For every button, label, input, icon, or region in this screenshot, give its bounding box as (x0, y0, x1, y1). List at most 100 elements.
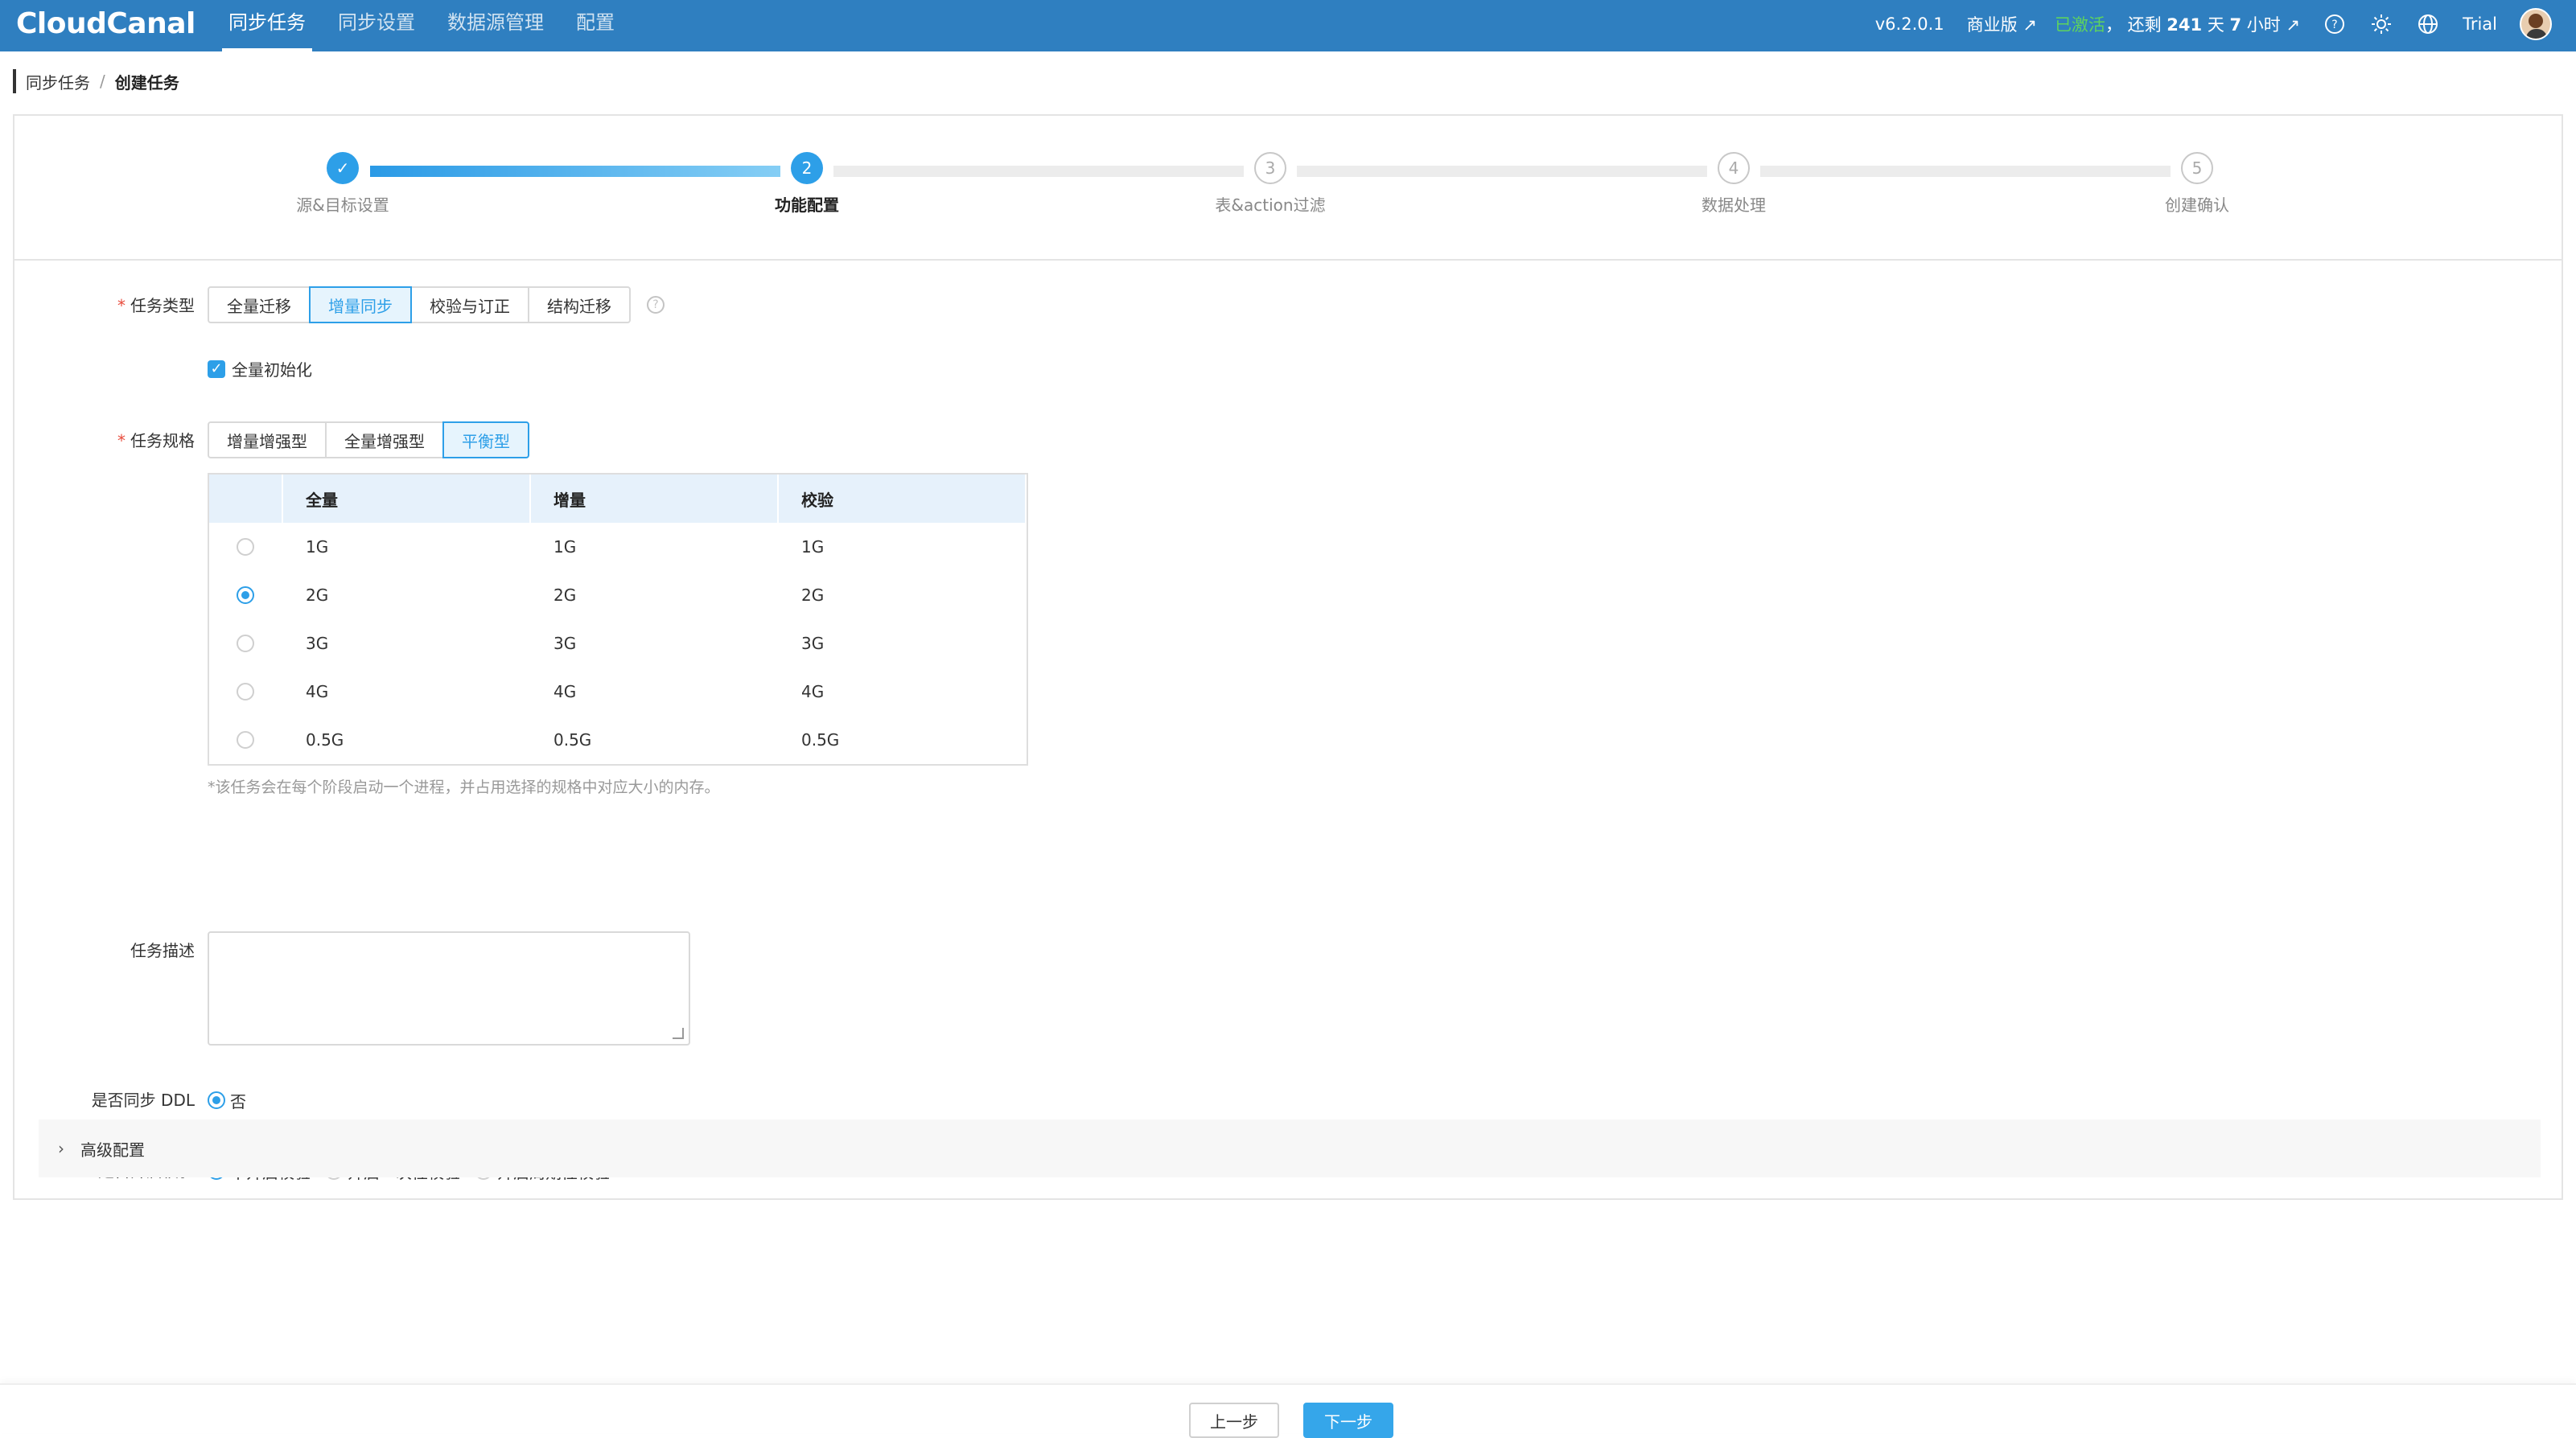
step-3: 3 表&action过滤 (1150, 152, 1391, 216)
spec-table-header: 全量 增量 校验 (209, 475, 1027, 523)
remain-mid: 天 (2202, 15, 2230, 35)
spec-full-enhanced[interactable]: 全量增强型 (325, 421, 444, 458)
breadcrumb-current: 创建任务 (114, 72, 179, 92)
nav-sync-settings[interactable]: 同步设置 (322, 0, 431, 51)
sync-ddl-options: 否 (208, 1081, 261, 1120)
spec-radio[interactable] (237, 731, 254, 749)
spec-cell-check: 3G (801, 634, 825, 653)
spec-note: *该任务会在每个阶段启动一个进程，并占用选择的规格中对应大小的内存。 (208, 779, 720, 796)
main-nav: 同步任务 同步设置 数据源管理 配置 (212, 0, 631, 51)
spec-radio[interactable] (237, 538, 254, 556)
user-avatar[interactable] (2520, 8, 2552, 40)
create-task-panel: ✓ 源&目标设置 2 功能配置 3 表&action过滤 4 数据处理 5 创建… (13, 114, 2563, 1200)
step-1: ✓ 源&目标设置 (222, 152, 463, 216)
help-icon[interactable]: ? (2323, 12, 2347, 36)
spec-header-check: 校验 (779, 475, 1027, 523)
description-textarea[interactable] (208, 931, 690, 1046)
activated-label: 已激活 (2054, 15, 2105, 35)
spec-cell-incr: 4G (531, 668, 779, 716)
description-label: 任务描述 (130, 941, 195, 960)
full-init-label: 全量初始化 (232, 360, 312, 380)
breadcrumb: 同步任务 / 创建任务 (13, 69, 179, 93)
nav-datasource-management[interactable]: 数据源管理 (431, 0, 560, 51)
step-5: 5 创建确认 (2076, 152, 2318, 216)
sync-ddl-no-radio[interactable]: 否 (208, 1089, 246, 1112)
spec-cell-check: 4G (801, 682, 825, 701)
step-2-label: 功能配置 (775, 195, 839, 215)
spec-radio[interactable] (237, 683, 254, 701)
full-init-row: ✓ 全量初始化 (208, 357, 312, 380)
spec-cell-check: 0.5G (801, 730, 840, 750)
top-navigation-bar: CloudCanal 同步任务 同步设置 数据源管理 配置 v6.2.0.1 商… (0, 0, 2576, 51)
table-row[interactable]: 0.5G 0.5G 0.5G (209, 716, 1027, 764)
svg-text:?: ? (2331, 18, 2337, 31)
remain-days: 241 (2167, 15, 2203, 35)
spec-cell-check: 1G (801, 537, 825, 557)
remain-prefix: ， 还剩 (2105, 15, 2167, 35)
step-1-check-icon: ✓ (327, 152, 359, 184)
task-spec-row: *任务规格 增量增强型 全量增强型 平衡型 全量 增量 校验 1G 1G 1G (14, 421, 1028, 797)
spec-radio-selected[interactable] (237, 586, 254, 604)
sync-ddl-row: 是否同步 DDL 否 (14, 1081, 261, 1120)
breadcrumb-parent[interactable]: 同步任务 (26, 70, 90, 93)
nav-config[interactable]: 配置 (560, 0, 631, 51)
spec-cell-incr: 3G (531, 619, 779, 668)
task-type-incremental-sync[interactable]: 增量同步 (309, 286, 412, 323)
spec-cell-incr: 2G (531, 571, 779, 619)
nav-sync-tasks[interactable]: 同步任务 (212, 0, 322, 51)
remain-suffix: 小时 ↗ (2241, 15, 2301, 35)
table-row[interactable]: 1G 1G 1G (209, 523, 1027, 571)
task-type-selector: 全量迁移 增量同步 校验与订正 结构迁移 (208, 286, 631, 323)
remain-hours: 7 (2229, 15, 2242, 35)
spec-cell-check: 2G (801, 585, 825, 605)
spec-table: 全量 增量 校验 1G 1G 1G 2G 2G 2G 3G 3G 3G 4G 4… (208, 473, 1028, 766)
task-type-label: * 任务类型 (117, 296, 195, 315)
spec-header-full: 全量 (283, 475, 531, 523)
breadcrumb-separator: / (100, 72, 105, 91)
spec-cell-full: 4G (283, 668, 531, 716)
user-name[interactable]: Trial (2463, 14, 2497, 34)
step-3-label: 表&action过滤 (1215, 195, 1326, 215)
checkbox-checked-icon: ✓ (208, 360, 225, 378)
table-row[interactable]: 2G 2G 2G (209, 571, 1027, 619)
task-type-full-migration[interactable]: 全量迁移 (208, 286, 311, 323)
step-2-number: 2 (791, 152, 823, 184)
step-4-number: 4 (1718, 152, 1750, 184)
task-type-schema-migration[interactable]: 结构迁移 (528, 286, 631, 323)
spec-header-incr: 增量 (531, 475, 779, 523)
task-spec-selector: 增量增强型 全量增强型 平衡型 (208, 421, 1028, 458)
step-1-label: 源&目标设置 (296, 195, 389, 215)
advanced-config-label: 高级配置 (80, 1140, 145, 1160)
task-type-help-icon[interactable]: ? (647, 296, 665, 314)
spec-cell-full: 3G (283, 619, 531, 668)
footer-bar: 上一步 下一步 (0, 1383, 2576, 1438)
advanced-config-collapse[interactable]: › 高级配置 (39, 1120, 2541, 1177)
theme-sun-icon[interactable] (2369, 12, 2393, 36)
spec-cell-incr: 1G (531, 523, 779, 571)
description-row: 任务描述 (14, 931, 690, 1046)
spec-balanced[interactable]: 平衡型 (442, 421, 529, 458)
version-label: v6.2.0.1 (1874, 14, 1944, 34)
prev-step-button[interactable]: 上一步 (1189, 1403, 1279, 1438)
spec-cell-full: 2G (283, 571, 531, 619)
table-row[interactable]: 3G 3G 3G (209, 619, 1027, 668)
task-type-verify-correct[interactable]: 校验与订正 (410, 286, 529, 323)
edition-link[interactable]: 商业版 ↗ (1967, 12, 2037, 36)
top-right-tools: v6.2.0.1 商业版 ↗ 已激活， 还剩 241 天 7 小时 ↗ ? Tr… (1875, 0, 2552, 48)
task-spec-label: * 任务规格 (117, 431, 195, 450)
step-2: 2 功能配置 (686, 152, 928, 216)
chevron-right-icon: › (58, 1139, 64, 1158)
full-init-checkbox[interactable]: ✓ 全量初始化 (208, 357, 312, 380)
next-step-button[interactable]: 下一步 (1303, 1403, 1393, 1438)
task-type-row: * 任务类型 全量迁移 增量同步 校验与订正 结构迁移 ? (14, 286, 665, 325)
spec-incremental-enhanced[interactable]: 增量增强型 (208, 421, 327, 458)
step-5-label: 创建确认 (2165, 195, 2229, 215)
table-row[interactable]: 4G 4G 4G (209, 668, 1027, 716)
language-globe-icon[interactable] (2416, 12, 2440, 36)
spec-header-select (209, 475, 283, 523)
sync-ddl-no-label: 否 (230, 1091, 246, 1111)
spec-radio[interactable] (237, 635, 254, 652)
license-status[interactable]: 已激活， 还剩 241 天 7 小时 ↗ (2055, 12, 2300, 36)
step-5-number: 5 (2181, 152, 2213, 184)
cloudcanal-logo[interactable]: CloudCanal (16, 6, 195, 42)
